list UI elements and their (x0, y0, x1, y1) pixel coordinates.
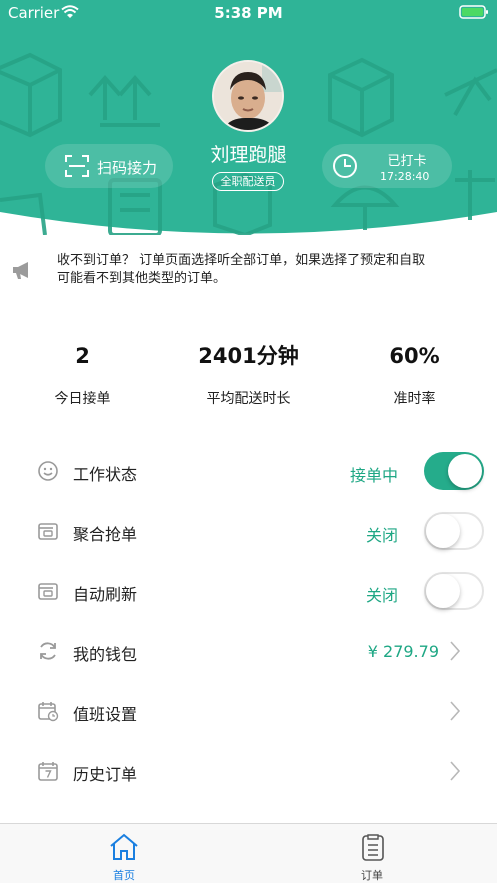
megaphone-icon (13, 262, 28, 279)
row-label: 历史订单 (73, 765, 138, 784)
row-label: 聚合抢单 (73, 525, 138, 544)
smiley-icon (38, 461, 58, 481)
role-badge: 全职配送员 (212, 172, 284, 191)
battery-icon (459, 5, 488, 19)
chevron-right-icon (450, 641, 461, 661)
row-duty-settings[interactable]: 值班设置 (0, 681, 497, 741)
tab-label: 首页 (113, 869, 135, 882)
clock-in-button[interactable]: 已打卡 17:28:40 (322, 144, 452, 188)
stat-label: 平均配送时长 (206, 391, 291, 407)
row-value: 关闭 (365, 526, 398, 545)
tab-label: 订单 (361, 869, 383, 882)
stat-label: 今日接单 (54, 391, 111, 407)
row-my-wallet[interactable]: 我的钱包 ¥ 279.79 (0, 621, 497, 681)
auto-refresh-toggle[interactable] (424, 572, 484, 610)
toggle-knob (426, 574, 460, 608)
stat-value: 2401分钟 (198, 344, 299, 368)
work-status-toggle[interactable] (424, 452, 484, 490)
wallet-icon (38, 523, 58, 540)
row-value: 接单中 (349, 466, 398, 485)
row-label: 我的钱包 (73, 645, 138, 664)
refresh-icon (40, 642, 56, 660)
stat-value: 60% (389, 344, 440, 368)
notice-bar: 收不到订单？ 订单页面选择听全部订单，如果选择了预定和自取可能看不到其他类型的订… (0, 245, 497, 295)
chevron-right-icon (450, 761, 461, 781)
calendar-icon (38, 762, 58, 781)
status-bar: Carrier 5:38 PM (0, 0, 497, 26)
wallet-balance: ¥ 279.79 (367, 642, 439, 661)
status-time: 5:38 PM (214, 4, 283, 22)
stats-panel: 2 今日接单 2401分钟 平均配送时长 60% 准时率 (0, 340, 497, 420)
clock-icon (333, 154, 357, 178)
clock-in-time: 17:28:40 (380, 170, 430, 183)
aggregate-grab-toggle[interactable] (424, 512, 484, 550)
stat-today-orders: 2 今日接单 (0, 340, 165, 408)
clipboard-icon (362, 834, 384, 861)
tab-orders[interactable]: 订单 (248, 824, 496, 883)
chevron-right-icon (450, 701, 461, 721)
row-value: 关闭 (365, 586, 398, 605)
clock-in-status: 已打卡 (387, 154, 427, 169)
avatar[interactable] (212, 60, 284, 132)
stat-avg-delivery-time: 2401分钟 平均配送时长 (166, 340, 331, 408)
row-label: 值班设置 (73, 705, 138, 724)
stat-label: 准时率 (393, 391, 436, 407)
profile-header: Carrier 5:38 PM 刘理跑腿 全职配送员 扫码接力 已打卡 17:2… (0, 0, 497, 235)
row-label: 工作状态 (73, 465, 138, 484)
toggle-knob (426, 514, 460, 548)
stat-value: 2 (75, 344, 90, 368)
row-aggregate-grab[interactable]: 聚合抢单 关闭 (0, 501, 497, 561)
notice-text: 收不到订单？ 订单页面选择听全部订单，如果选择了预定和自取可能看不到其他类型的订… (57, 253, 426, 286)
home-icon (110, 833, 138, 860)
tab-home[interactable]: 首页 (0, 824, 248, 883)
calendar-clock-icon (38, 702, 59, 722)
scan-relay-label: 扫码接力 (97, 159, 158, 177)
wallet-icon (38, 583, 58, 600)
tab-bar: 首页 订单 (0, 823, 497, 883)
toggle-knob (448, 454, 482, 488)
scan-icon (65, 155, 89, 177)
scan-relay-button[interactable]: 扫码接力 (45, 144, 173, 188)
row-work-status[interactable]: 工作状态 接单中 (0, 441, 497, 501)
row-auto-refresh[interactable]: 自动刷新 关闭 (0, 561, 497, 621)
stat-on-time-rate: 60% 准时率 (332, 340, 497, 408)
row-history-orders[interactable]: 历史订单 (0, 741, 497, 801)
row-label: 自动刷新 (73, 585, 138, 604)
